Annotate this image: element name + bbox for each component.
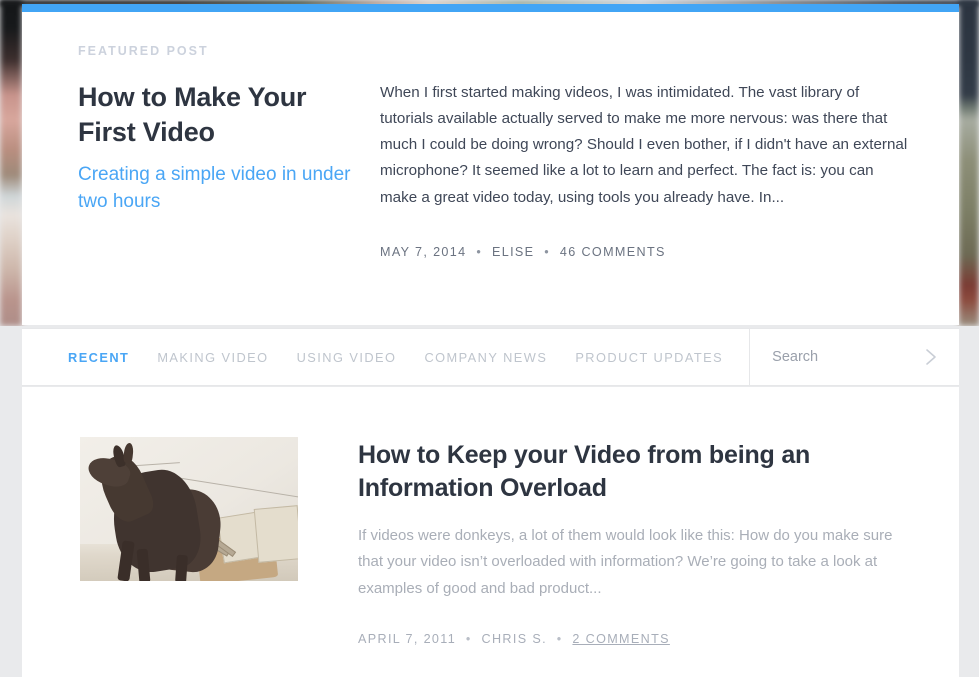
featured-post-right-column: When I first started making videos, I wa… [378,80,908,259]
featured-post-title[interactable]: How to Make Your First Video [78,80,358,150]
tab-company-news[interactable]: COMPANY NEWS [424,350,547,365]
post-meta: APRIL 7, 2011 • CHRIS S. • 2 COMMENTS [358,632,903,646]
background-photo-left-strip [0,0,22,326]
chevron-right-icon[interactable] [920,343,942,371]
post-date: APRIL 7, 2011 [358,631,457,646]
tab-making-video[interactable]: MAKING VIDEO [157,350,268,365]
meta-separator-icon: • [544,244,551,259]
top-accent-bar [22,4,959,12]
tab-product-updates[interactable]: PRODUCT UPDATES [575,350,723,365]
featured-post-comment-count[interactable]: 46 COMMENTS [560,245,666,259]
featured-post-left-column: How to Make Your First Video Creating a … [78,80,378,259]
meta-separator-icon: • [556,631,563,646]
featured-post-eyebrow: FEATURED POST [78,44,209,58]
background-photo-right-strip [959,0,979,326]
post-list: How to Keep your Video from being an Inf… [22,387,959,677]
tab-recent[interactable]: RECENT [68,350,129,365]
post-list-item: How to Keep your Video from being an Inf… [22,387,959,646]
search-input[interactable] [750,349,911,365]
post-comment-count-link[interactable]: 2 COMMENTS [572,632,669,646]
category-tab-list: RECENT MAKING VIDEO USING VIDEO COMPANY … [22,329,723,385]
search-area [749,329,959,385]
featured-post-excerpt: When I first started making videos, I wa… [380,84,908,206]
featured-post-content: FEATURED POST How to Make Your First Vid… [78,44,908,259]
thumbnail-cargo-box [253,505,298,563]
featured-post-author: ELISE [491,244,535,259]
featured-post-meta: MAY 7, 2014 • ELISE • 46 COMMENTS [380,245,908,259]
tab-using-video[interactable]: USING VIDEO [297,350,397,365]
meta-separator-icon: • [465,631,472,646]
featured-post-date: MAY 7, 2014 [380,244,467,259]
featured-post-card: FEATURED POST How to Make Your First Vid… [22,12,959,325]
meta-separator-icon: • [476,244,483,259]
post-title[interactable]: How to Keep your Video from being an Inf… [358,439,903,505]
post-thumbnail-image[interactable] [80,437,298,581]
post-author: CHRIS S. [481,631,547,646]
post-text-body: How to Keep your Video from being an Inf… [358,437,903,646]
featured-post-columns: How to Make Your First Video Creating a … [78,80,908,259]
featured-post-subtitle-link[interactable]: Creating a simple video in under two hou… [78,162,358,216]
post-excerpt: If videos were donkeys, a lot of them wo… [358,527,893,597]
category-nav-bar: RECENT MAKING VIDEO USING VIDEO COMPANY … [22,328,959,386]
thumbnail-donkey-leg [175,554,188,581]
post-thumbnail-wrapper [80,437,298,646]
